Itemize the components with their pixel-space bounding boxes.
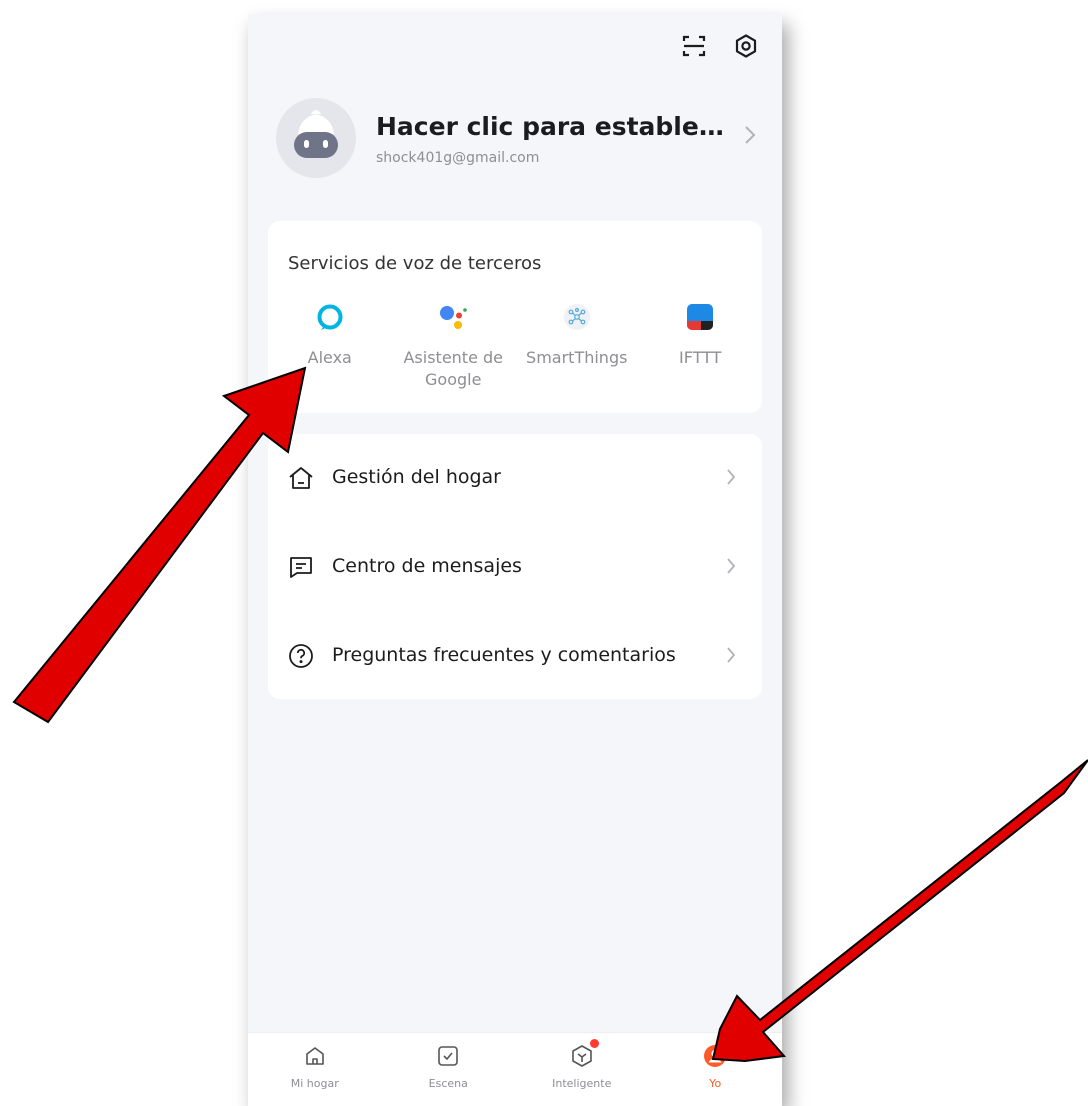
menu-item-home-management[interactable]: Gestión del hogar <box>268 434 762 522</box>
user-icon <box>702 1043 728 1069</box>
tab-my-home[interactable]: Mi hogar <box>248 1033 382 1106</box>
message-icon <box>288 554 314 580</box>
chevron-right-icon <box>726 556 736 580</box>
menu-item-faq-feedback[interactable]: Preguntas frecuentes y comentarios <box>268 612 762 700</box>
menu-item-label: Preguntas frecuentes y comentarios <box>332 644 676 666</box>
home-icon <box>288 465 314 491</box>
tab-label: Yo <box>709 1077 722 1090</box>
chevron-right-icon <box>726 467 736 491</box>
menu-item-label: Centro de mensajes <box>332 555 522 577</box>
chevron-right-icon <box>726 645 736 669</box>
profile-name: Hacer clic para establecer u... <box>376 112 728 141</box>
ifttt-icon <box>684 301 716 333</box>
tab-label: Mi hogar <box>290 1077 339 1090</box>
service-alexa[interactable]: Alexa <box>268 301 392 391</box>
scan-icon[interactable] <box>680 32 708 60</box>
alexa-icon <box>314 301 346 333</box>
tab-scene[interactable]: Escena <box>382 1033 516 1106</box>
settings-icon[interactable] <box>732 32 760 60</box>
voice-services-card: Servicios de voz de terceros Alexa Asist… <box>268 221 762 413</box>
voice-services-title: Servicios de voz de terceros <box>288 253 542 274</box>
tab-smart[interactable]: Inteligente <box>515 1033 649 1106</box>
service-google-assistant[interactable]: Asistente de Google <box>392 301 516 391</box>
profile-email: shock401g@gmail.com <box>376 150 540 166</box>
menu-item-message-center[interactable]: Centro de mensajes <box>268 523 762 611</box>
checkbox-icon <box>435 1043 461 1069</box>
service-smartthings[interactable]: SmartThings <box>515 301 639 391</box>
service-label: Alexa <box>307 348 352 367</box>
tab-label: Escena <box>428 1077 468 1090</box>
menu-card: Gestión del hogar Centro de mensajes Pre… <box>268 434 762 699</box>
avatar[interactable] <box>276 98 356 178</box>
google-assistant-icon <box>437 301 469 333</box>
tab-label: Inteligente <box>552 1077 612 1090</box>
service-label: Asistente de Google <box>403 348 504 389</box>
smartthings-icon <box>561 301 593 333</box>
phone-screen: Hacer clic para establecer u... shock401… <box>248 14 782 1106</box>
home-icon <box>302 1043 328 1069</box>
service-label: IFTTT <box>679 348 722 367</box>
header-actions <box>680 32 760 60</box>
notification-dot <box>589 1039 599 1048</box>
profile-row[interactable]: Hacer clic para establecer u... shock401… <box>276 98 756 178</box>
help-icon <box>288 643 314 669</box>
service-label: SmartThings <box>526 348 628 367</box>
service-ifttt[interactable]: IFTTT <box>639 301 763 391</box>
voice-services-list: Alexa Asistente de Google SmartThings IF… <box>268 301 762 391</box>
bottom-tab-bar: Mi hogar Escena Inteligente Yo <box>248 1032 782 1106</box>
tab-me[interactable]: Yo <box>649 1033 783 1106</box>
menu-item-label: Gestión del hogar <box>332 466 501 488</box>
chevron-right-icon <box>744 124 756 150</box>
smart-icon <box>569 1039 599 1069</box>
